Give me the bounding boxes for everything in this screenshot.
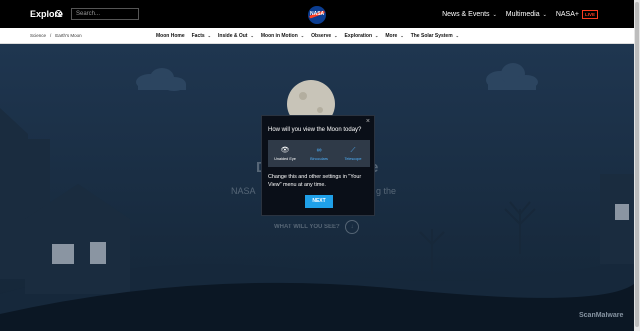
breadcrumb: Science / Earth's Moon [30,33,82,38]
live-badge: LIVE [581,10,598,19]
chevron-down-icon: ⌄ [455,33,460,38]
explore-chevron-icon[interactable]: ⌄ [55,10,62,17]
chevron-down-icon: ⌄ [207,33,212,38]
option-telescope[interactable]: ⟋ Telescope [336,140,370,167]
telescope-icon: ⟋ [350,146,356,154]
subnav-item-moon-in-motion[interactable]: Moon in Motion ⌄ [261,33,304,39]
nasa-plus-label: NASA+ [555,11,579,18]
section-navigation: Science / Earth's Moon Moon Home Facts ⌄ … [0,28,634,44]
modal-question: How will you view the Moon today? [268,127,362,133]
eye-icon: 👁 [280,146,290,154]
hero-subtitle-fragment: NASA [231,186,256,196]
breadcrumb-earths-moon[interactable]: Earth's Moon [55,33,81,38]
view-settings-modal: × How will you view the Moon today? 👁 Un… [261,115,375,216]
chevron-down-icon: ⌄ [300,33,305,38]
subnav-item-facts[interactable]: Facts ⌄ [192,33,211,39]
logo-text: NASA [310,11,325,17]
top-navigation: Explore ⌄ Search... NASA News & Events ⌄… [0,0,634,28]
subnav-label: The Solar System [410,33,453,39]
subnav-label: Inside & Out [218,33,248,39]
multimedia-menu[interactable]: Multimedia ⌄ [506,11,547,18]
breadcrumb-science[interactable]: Science [30,33,46,38]
chevron-down-icon: ⌄ [542,11,547,18]
subnav-label: Exploration [344,33,373,39]
breadcrumb-separator: / [50,33,52,38]
house-window [52,244,74,264]
subnav-item-observe[interactable]: Observe ⌄ [311,33,337,39]
option-label: Telescope [344,156,362,161]
subnav-label: Observe [311,33,332,39]
binoculars-icon: ∞ [316,146,322,154]
scrollbar-thumb[interactable] [635,2,639,327]
chevron-down-icon: ⌄ [334,33,338,38]
option-label: Binoculars [310,156,328,161]
hero-cta-text[interactable]: WHAT WILL YOU SEE? [274,224,340,230]
house-window [615,204,629,220]
subnav-label: Moon in Motion [260,33,298,39]
close-icon[interactable]: × [366,118,370,125]
modal-message: Change this and other settings in "Your … [268,174,362,188]
search-input[interactable]: Search... [71,8,139,20]
option-label: Unaided Eye [274,156,296,161]
watermark: ScanMalware [579,312,624,319]
subnav-label: Facts [191,33,205,39]
header-links: News & Events ⌄ Multimedia ⌄ NASA+ LIVE [442,10,598,19]
chevron-down-icon: ⌄ [492,11,497,18]
nasa-plus-link[interactable]: NASA+ LIVE [556,10,598,19]
multimedia-label: Multimedia [505,11,540,18]
chevron-down-icon: ⌄ [400,33,404,38]
chevron-down-icon: ⌄ [250,33,254,38]
chevron-down-icon: ⌄ [375,33,379,38]
nasa-logo[interactable]: NASA [308,6,326,24]
subnav-item-more[interactable]: More ⌄ [385,33,403,39]
news-events-menu[interactable]: News & Events ⌄ [442,11,497,18]
house-window [90,242,106,264]
option-unaided-eye[interactable]: 👁 Unaided Eye [268,140,302,167]
subnav-item-inside-out[interactable]: Inside & Out ⌄ [218,33,254,39]
subnav-label: More [385,33,398,39]
arrow-down-icon[interactable]: ↓ [345,220,359,234]
subnav-item-moon-home[interactable]: Moon Home [156,33,185,39]
hero-subtitle-fragment: g the [376,186,397,196]
next-button[interactable]: NEXT [305,195,333,208]
news-events-label: News & Events [442,11,490,18]
viewing-options: 👁 Unaided Eye ∞ Binoculars ⟋ Telescope [268,140,370,167]
option-binoculars[interactable]: ∞ Binoculars [302,140,336,167]
subnav-item-solar-system[interactable]: The Solar System ⌄ [411,33,459,39]
scrollbar[interactable] [634,0,640,331]
subnav-items: Moon Home Facts ⌄ Inside & Out ⌄ Moon in M… [156,33,459,39]
subnav-label: Moon Home [156,33,185,39]
subnav-item-exploration[interactable]: Exploration ⌄ [345,33,379,39]
